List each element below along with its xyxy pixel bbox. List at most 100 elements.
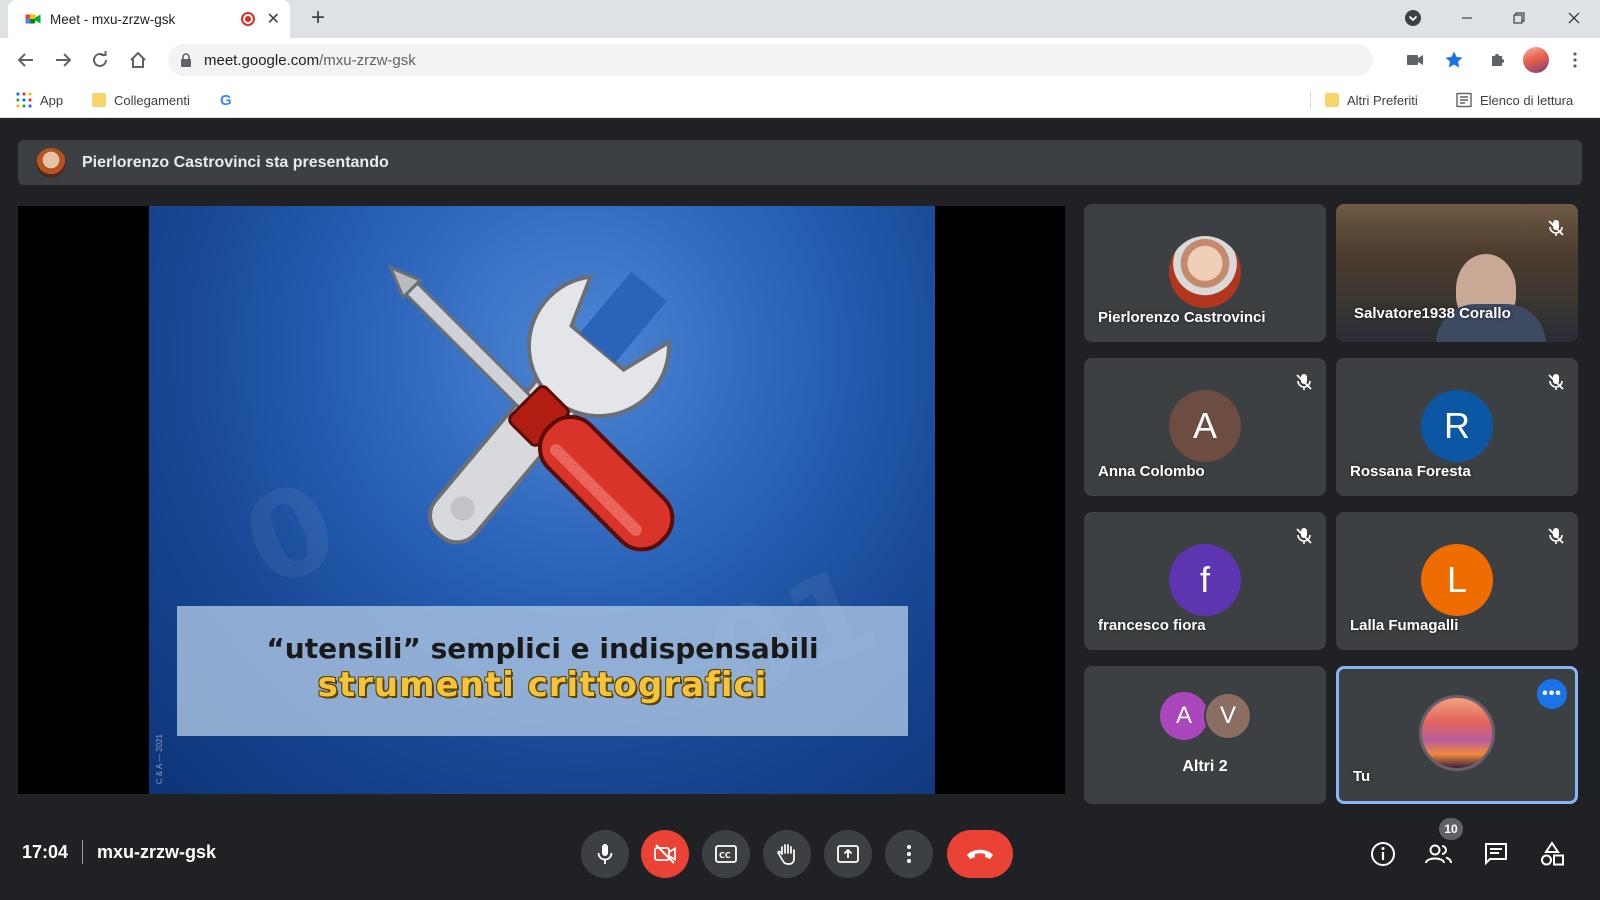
home-button[interactable]: [124, 46, 152, 74]
participant-avatar: L: [1421, 544, 1493, 616]
tools-illustration: [387, 264, 675, 552]
url-text: meet.google.com/mxu-zrzw-gsk: [204, 51, 416, 69]
bookmark-label: Altri Preferiti: [1347, 92, 1418, 108]
mic-off-icon: [1296, 528, 1312, 544]
others-tile[interactable]: A V Altri 2: [1084, 666, 1326, 804]
present-screen-icon: [837, 845, 859, 863]
slide-caption: “utensili” semplici e indispensabili str…: [177, 606, 908, 736]
bookmark-label: Collegamenti: [114, 92, 190, 108]
presentation-stage[interactable]: 0 01 “uten: [18, 206, 1065, 794]
reload-button[interactable]: [86, 46, 114, 74]
address-bar[interactable]: meet.google.com/mxu-zrzw-gsk: [168, 44, 1373, 76]
minimize-button[interactable]: [1441, 0, 1493, 36]
more-options-button[interactable]: •••: [1537, 679, 1567, 709]
slide-line-1: “utensili” semplici e indispensabili: [266, 632, 819, 665]
shared-slide: 0 01 “uten: [149, 206, 935, 794]
extensions-button[interactable]: [1484, 46, 1512, 74]
close-icon: [1568, 12, 1580, 24]
restore-button[interactable]: [1493, 0, 1545, 36]
bookmark-google[interactable]: G: [220, 90, 232, 110]
close-window-button[interactable]: [1548, 0, 1600, 36]
more-options-menu-button[interactable]: [885, 830, 933, 878]
self-tile[interactable]: ••• Tu: [1336, 666, 1578, 804]
slide-line-2: strumenti crittografici: [317, 665, 768, 705]
presenter-avatar: [36, 147, 66, 178]
reading-list-button[interactable]: Elenco di lettura: [1456, 90, 1573, 110]
profile-avatar-button[interactable]: [1522, 46, 1550, 74]
microphone-icon: [597, 844, 613, 864]
participant-name: Anna Colombo: [1098, 463, 1205, 480]
meeting-details-button[interactable]: [1363, 834, 1403, 874]
restore-icon: [1513, 12, 1525, 24]
bookmark-label: App: [40, 92, 64, 108]
camera-icon: [1407, 55, 1423, 65]
participant-tile[interactable]: f francesco fiora: [1084, 512, 1326, 650]
bookmark-apps[interactable]: App: [16, 90, 63, 110]
back-button[interactable]: [12, 46, 40, 74]
participant-tile[interactable]: L Lalla Fumagalli: [1336, 512, 1578, 650]
folder-icon: [1325, 93, 1339, 107]
meeting-controls-bar: 17:04 mxu-zrzw-gsk CC 10: [0, 810, 1600, 900]
google-meet-icon: [25, 14, 41, 24]
puzzle-icon: [1492, 54, 1504, 66]
reading-list-icon: [1456, 92, 1472, 108]
participant-photo: [1169, 236, 1241, 308]
home-icon: [130, 51, 146, 68]
captions-button[interactable]: CC: [702, 830, 750, 878]
avatar: [1523, 47, 1549, 73]
closed-captions-icon: CC: [715, 845, 737, 863]
mic-off-icon: [1548, 220, 1564, 236]
leave-call-button[interactable]: [947, 830, 1013, 878]
people-icon: [1425, 844, 1452, 864]
bookmarks-bar: App Collegamenti G Altri Preferiti Elenc…: [0, 82, 1600, 118]
participants-button[interactable]: [1419, 834, 1459, 874]
recording-indicator-icon: [240, 12, 255, 26]
camera-toggle-button[interactable]: [641, 830, 689, 878]
raise-hand-icon: [777, 844, 795, 865]
participant-tile[interactable]: Pierlorenzo Castrovinci: [1084, 204, 1326, 342]
participant-tile-video[interactable]: Salvatore1938 Corallo: [1336, 204, 1578, 342]
apps-grid-icon: [16, 92, 32, 108]
bookmark-star-button[interactable]: [1440, 46, 1468, 74]
hang-up-icon: [967, 849, 993, 859]
lock-icon: [181, 53, 191, 67]
participant-avatar: R: [1421, 390, 1493, 462]
presenting-text: Pierlorenzo Castrovinci sta presentando: [82, 153, 389, 171]
activities-shapes-icon: [1541, 841, 1564, 866]
info-icon: [1371, 842, 1395, 866]
chat-button[interactable]: [1476, 834, 1516, 874]
participant-tile[interactable]: A Anna Colombo: [1084, 358, 1326, 496]
new-tab-button[interactable]: +: [304, 5, 332, 33]
tab-close-icon[interactable]: ✕: [267, 9, 280, 29]
camera-in-use-button[interactable]: [1401, 46, 1429, 74]
meeting-code: mxu-zrzw-gsk: [97, 842, 217, 862]
google-g-icon: G: [220, 91, 232, 109]
presenting-banner: Pierlorenzo Castrovinci sta presentando: [18, 140, 1582, 185]
browser-menu-button[interactable]: [1561, 46, 1589, 74]
tab-search-button[interactable]: [1387, 0, 1439, 36]
meeting-time: 17:04: [22, 842, 69, 862]
microphone-button[interactable]: [581, 830, 629, 878]
forward-button[interactable]: [49, 46, 77, 74]
activities-button[interactable]: [1532, 834, 1572, 874]
bookmark-folder-collegamenti[interactable]: Collegamenti: [92, 90, 190, 110]
participant-name: Lalla Fumagalli: [1350, 617, 1459, 634]
mic-off-icon: [1296, 374, 1312, 390]
arrow-left-icon: [17, 53, 33, 67]
svg-text:CC: CC: [719, 851, 731, 860]
slide-background-glyph: 0: [226, 455, 356, 616]
raise-hand-button[interactable]: [763, 830, 811, 878]
tab-strip: Meet - mxu-zrzw-gsk ✕ +: [0, 0, 1600, 38]
self-avatar: [1419, 695, 1495, 771]
mic-off-icon: [1548, 374, 1564, 390]
browser-tab-meet[interactable]: Meet - mxu-zrzw-gsk ✕: [8, 0, 290, 38]
participant-tile[interactable]: R Rossana Foresta: [1336, 358, 1578, 496]
others-label: Altri 2: [1182, 758, 1228, 775]
participant-avatar: A: [1160, 692, 1208, 740]
present-screen-button[interactable]: [824, 830, 872, 878]
bookmark-divider: [1310, 91, 1311, 109]
more-vertical-icon: [1573, 52, 1577, 68]
bookmark-folder-altri-preferiti[interactable]: Altri Preferiti: [1325, 90, 1418, 110]
participant-avatar: V: [1204, 692, 1252, 740]
more-vertical-icon: [907, 845, 911, 863]
